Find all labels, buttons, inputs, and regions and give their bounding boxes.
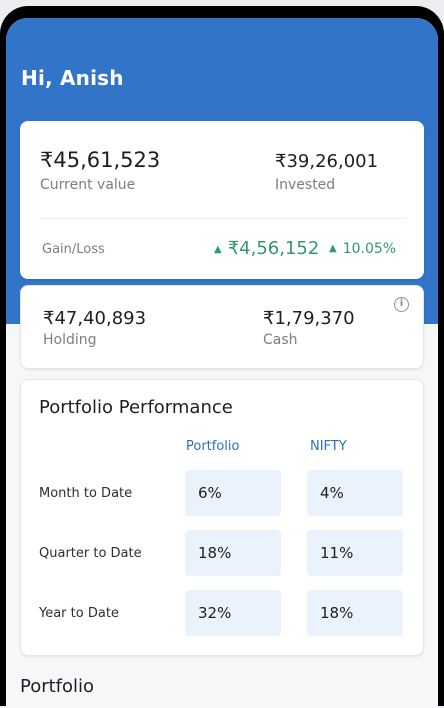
current-value-label: Current value [40, 177, 136, 193]
gain-amount-value: ₹4,56,152 [227, 238, 320, 259]
cell-nifty-qtd: 11% [307, 530, 403, 576]
gain-amount: ▲ ₹4,56,152 [214, 238, 319, 259]
percent-up-arrow-icon: ▲ [329, 243, 337, 254]
row-label-quarter-to-date: Quarter to Date [39, 546, 142, 561]
current-value-amount: ₹45,61,523 [40, 148, 161, 172]
gain-percent-value: 10.05% [342, 241, 397, 257]
info-icon[interactable]: i [394, 297, 409, 312]
cell-nifty-ytd: 18% [307, 590, 403, 636]
gain-loss-label: Gain/Loss [42, 242, 105, 257]
holding-cash-card[interactable]: ₹47,40,893 Holding ₹1,79,370 Cash i [20, 285, 424, 369]
invested-label: Invested [275, 177, 336, 193]
cash-label: Cash [263, 332, 298, 348]
portfolio-summary-card[interactable]: ₹45,61,523 Current value ₹39,26,001 Inve… [20, 121, 424, 279]
holding-amount: ₹47,40,893 [43, 308, 147, 329]
phone-frame: Hi, Anish ₹45,61,523 Current value ₹39,2… [0, 6, 444, 708]
cash-amount: ₹1,79,370 [263, 308, 355, 329]
cell-portfolio-ytd: 32% [185, 590, 281, 636]
performance-title: Portfolio Performance [39, 397, 233, 418]
summary-divider [38, 218, 406, 219]
portfolio-performance-card: Portfolio Performance Portfolio NIFTY Mo… [20, 379, 424, 656]
app-screen: Hi, Anish ₹45,61,523 Current value ₹39,2… [6, 18, 438, 708]
column-header-nifty: NIFTY [310, 439, 347, 454]
cell-portfolio-mtd: 6% [185, 470, 281, 516]
holding-label: Holding [43, 332, 97, 348]
row-label-month-to-date: Month to Date [39, 486, 133, 501]
invested-amount: ₹39,26,001 [275, 151, 379, 172]
column-header-portfolio: Portfolio [186, 439, 240, 454]
row-label-year-to-date: Year to Date [39, 606, 119, 621]
cell-nifty-mtd: 4% [307, 470, 403, 516]
cell-portfolio-qtd: 18% [185, 530, 281, 576]
gain-percent: ▲ 10.05% [329, 241, 396, 257]
gain-up-arrow-icon: ▲ [214, 244, 222, 255]
greeting-text: Hi, Anish [21, 66, 124, 90]
